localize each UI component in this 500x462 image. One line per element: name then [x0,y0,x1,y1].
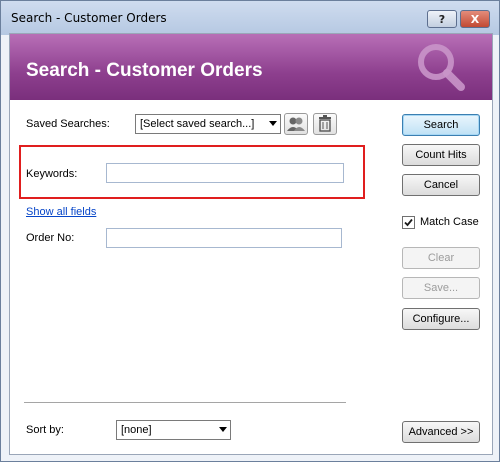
keywords-input[interactable] [106,163,344,183]
close-button[interactable]: X [460,10,490,28]
chevron-down-icon [269,121,277,126]
divider [24,402,346,403]
search-button[interactable]: Search [402,114,480,136]
saved-searches-value: [Select saved search...] [140,118,255,130]
saved-searches-dropdown[interactable]: [Select saved search...] [135,114,281,134]
sort-by-label: Sort by: [26,424,64,436]
window-title: Search - Customer Orders [11,11,167,25]
save-button[interactable]: Save... [402,277,480,299]
sort-by-value: [none] [121,424,152,436]
count-hits-button[interactable]: Count Hits [402,144,480,166]
order-no-input[interactable] [106,228,342,248]
chevron-down-icon [219,427,227,432]
sort-by-dropdown[interactable]: [none] [116,420,231,440]
saved-searches-label: Saved Searches: [26,118,110,130]
keywords-label: Keywords: [26,168,78,180]
trash-icon [319,115,331,132]
magnifier-icon [418,44,465,91]
manage-searches-button[interactable] [284,113,308,135]
search-dialog: Search - Customer Orders ? X Search - Cu… [0,0,500,462]
show-all-fields-link[interactable]: Show all fields [26,206,96,218]
checkmark-icon [404,218,413,227]
users-icon [287,117,305,131]
header-banner: Search - Customer Orders [10,34,492,100]
title-bar: Search - Customer Orders ? X [1,1,499,35]
delete-search-button[interactable] [313,113,337,135]
order-no-label: Order No: [26,232,75,244]
help-button[interactable]: ? [427,10,457,28]
match-case-label: Match Case [420,216,479,228]
cancel-button[interactable]: Cancel [402,174,480,196]
advanced-button[interactable]: Advanced >> [402,421,480,443]
match-case-checkbox[interactable] [402,216,415,229]
dialog-body: Search - Customer Orders Saved Searches:… [9,33,493,455]
clear-button[interactable]: Clear [402,247,480,269]
configure-button[interactable]: Configure... [402,308,480,330]
banner-title: Search - Customer Orders [26,60,263,81]
